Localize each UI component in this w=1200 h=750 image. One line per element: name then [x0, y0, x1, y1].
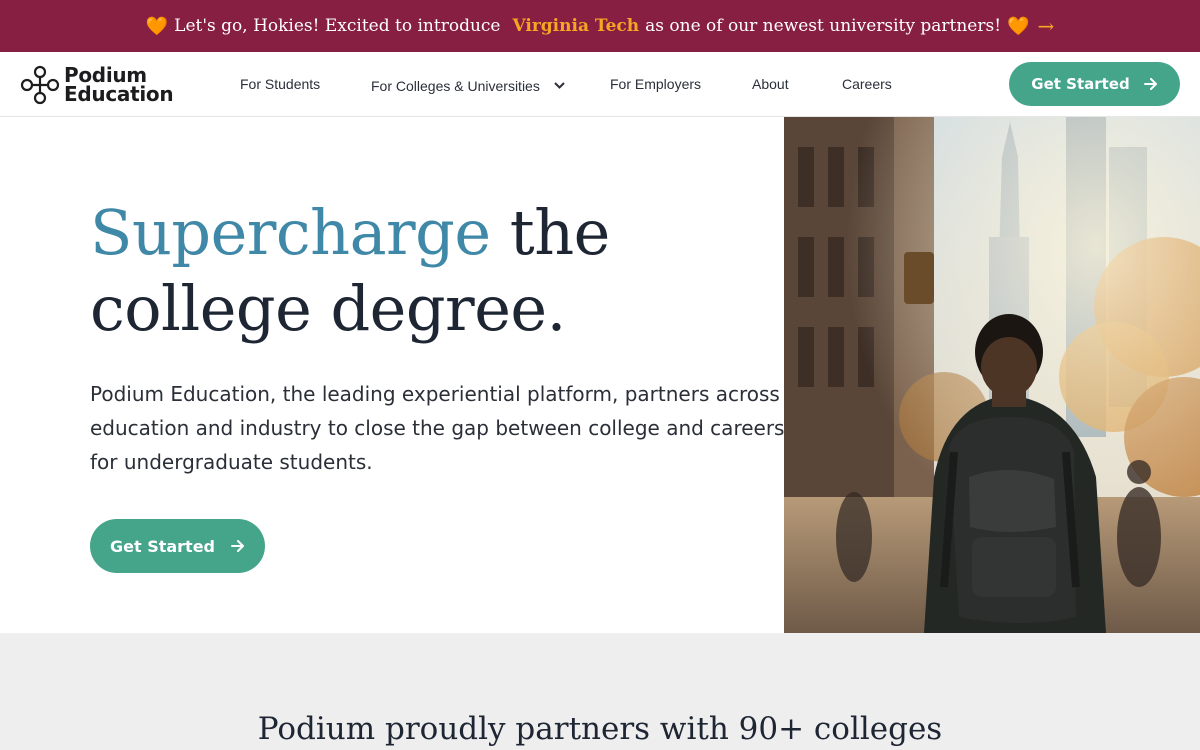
hero-section: Supercharge the college degree. Podium E…	[0, 117, 784, 633]
hero-get-started-button[interactable]: Get Started	[90, 519, 265, 573]
logo-wordmark: Podium Education	[64, 63, 174, 106]
hero-photo-student-city-street	[784, 117, 1200, 633]
arrow-right-icon	[231, 540, 244, 552]
header-get-started-button[interactable]: Get Started	[1009, 62, 1180, 106]
hero-headline: Supercharge the college degree.	[90, 196, 610, 345]
arrow-right-icon	[1143, 78, 1157, 90]
nav-for-employers[interactable]: For Employers	[610, 76, 701, 92]
partners-title: Podium proudly partners with 90+ college…	[257, 711, 943, 747]
site-header: Podium Education For Students For Colleg…	[0, 52, 1200, 117]
chevron-down-icon	[554, 76, 565, 92]
announcement-highlight[interactable]: Virginia Tech	[512, 16, 639, 36]
nav-about[interactable]: About	[752, 76, 789, 92]
nav-careers[interactable]: Careers	[842, 76, 892, 92]
podium-logo-icon	[20, 65, 60, 105]
orange-heart-icon: 🧡	[145, 15, 169, 37]
orange-heart-icon: 🧡	[1007, 15, 1030, 37]
announcement-bar[interactable]: 🧡 Let's go, Hokies! Excited to introduce…	[0, 0, 1200, 52]
nav-for-students[interactable]: For Students	[240, 76, 320, 92]
announcement-text-end: as one of our newest university partners…	[645, 16, 1002, 36]
logo[interactable]: Podium Education	[20, 65, 185, 105]
hero-subtext: Podium Education, the leading experienti…	[90, 382, 785, 474]
announcement-text: Let's go, Hokies! Excited to introduce	[174, 16, 501, 36]
partners-section: Podium proudly partners with 90+ college…	[0, 633, 1200, 750]
arrow-right-icon[interactable]: →	[1037, 14, 1054, 38]
nav-for-colleges[interactable]: For Colleges & Universities	[371, 76, 565, 94]
